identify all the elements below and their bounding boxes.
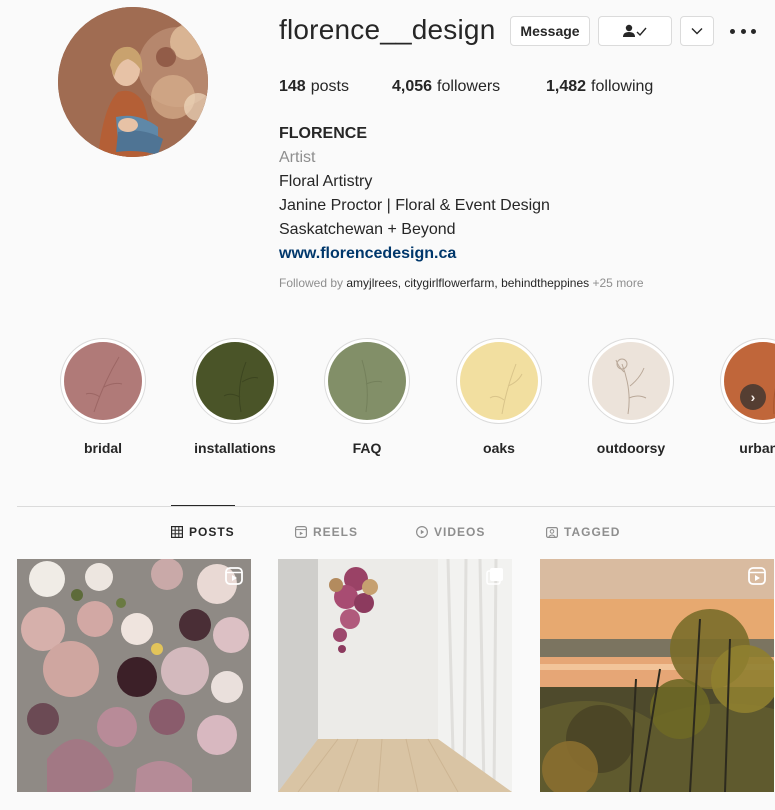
message-button[interactable]: Message (510, 16, 590, 46)
highlight-cover (328, 342, 406, 420)
tagged-icon (546, 527, 558, 538)
followed-by-prefix: Followed by (279, 276, 344, 290)
tab-reels[interactable]: REELS (295, 525, 358, 539)
following-count: 1,482 (546, 78, 587, 95)
chevron-right-icon: › (750, 389, 756, 405)
bio-line: Floral Artistry (279, 173, 373, 190)
tab-label: TAGGED (564, 525, 621, 539)
followed-by-more: +25 more (592, 276, 644, 290)
active-tab-indicator (171, 505, 235, 506)
tab-tagged[interactable]: TAGGED (546, 525, 620, 539)
grid-icon (171, 526, 183, 538)
highlight-cover (460, 342, 538, 420)
highlight-bridal[interactable]: bridal (43, 338, 163, 456)
post-image-installation (278, 559, 512, 792)
highlight-ring (192, 338, 278, 424)
following-label: following (591, 78, 654, 95)
profile-website-link[interactable]: www.florencedesign.ca (279, 242, 550, 266)
profile-stats: 148 posts 4,056 followers 1,482 followin… (279, 78, 653, 96)
posts-count: 148 (279, 78, 306, 95)
post-image-florals (17, 559, 251, 792)
avatar-photo (58, 7, 208, 157)
tab-label: VIDEOS (434, 525, 486, 539)
person-check-icon (623, 24, 647, 37)
profile-username: florence__design (279, 14, 496, 45)
reel-icon (748, 567, 766, 585)
followed-by-names: amyjlrees, citygirlflowerfarm, behindthe… (346, 276, 590, 290)
highlight-ring (588, 338, 674, 424)
carousel-icon (486, 568, 503, 585)
post-image-sunset (540, 559, 774, 792)
following-stat[interactable]: 1,482 following (546, 78, 653, 96)
tabs-divider (17, 506, 775, 507)
followers-stat[interactable]: 4,056 followers (392, 78, 546, 96)
tab-videos[interactable]: VIDEOS (416, 525, 485, 539)
profile-category: Artist (279, 149, 316, 166)
highlight-cover (592, 342, 670, 420)
bio-line: Saskatchewan + Beyond (279, 221, 456, 238)
chevron-down-icon (691, 28, 703, 35)
following-button[interactable] (598, 16, 672, 46)
posts-label: posts (310, 78, 349, 95)
highlight-label: bridal (83, 440, 123, 456)
highlight-label: FAQ (352, 440, 382, 456)
highlight-label: outdoorsy (596, 440, 666, 456)
highlight-ring (720, 338, 775, 424)
highlight-faq[interactable]: FAQ (307, 338, 427, 456)
highlight-ring (324, 338, 410, 424)
bio-line: Janine Proctor | Floral & Event Design (279, 197, 550, 214)
highlight-ring (60, 338, 146, 424)
followers-count: 4,056 (392, 78, 433, 95)
highlights-next-button[interactable]: › (740, 384, 766, 410)
reels-icon (295, 526, 307, 538)
highlight-installations[interactable]: installations (175, 338, 295, 456)
tab-label: POSTS (189, 525, 235, 539)
profile-full-name: FLORENCE (279, 125, 367, 142)
followers-label: followers (437, 78, 501, 95)
post-thumbnail[interactable] (540, 559, 774, 792)
highlight-label: urban f (739, 440, 775, 456)
posts-stat: 148 posts (279, 78, 392, 96)
post-thumbnail[interactable] (17, 559, 251, 792)
followed-by[interactable]: Followed by amyjlrees, citygirlflowerfar… (279, 276, 644, 290)
highlight-oaks[interactable]: oaks (439, 338, 559, 456)
highlight-label: oaks (483, 440, 515, 456)
highlight-label: installations (194, 440, 276, 456)
profile-avatar[interactable] (58, 7, 208, 157)
post-thumbnail[interactable] (278, 559, 512, 792)
profile-bio: FLORENCE Artist Floral Artistry Janine P… (279, 122, 550, 266)
suggested-accounts-button[interactable] (680, 16, 714, 46)
highlight-cover (196, 342, 274, 420)
tab-label: REELS (313, 525, 359, 539)
play-icon (416, 526, 428, 538)
reel-icon (225, 567, 243, 585)
tab-posts[interactable]: POSTS (171, 525, 235, 539)
highlight-ring (456, 338, 542, 424)
more-options-icon[interactable] (730, 22, 756, 40)
highlight-outdoorsy[interactable]: outdoorsy (571, 338, 691, 456)
highlight-cover (64, 342, 142, 420)
